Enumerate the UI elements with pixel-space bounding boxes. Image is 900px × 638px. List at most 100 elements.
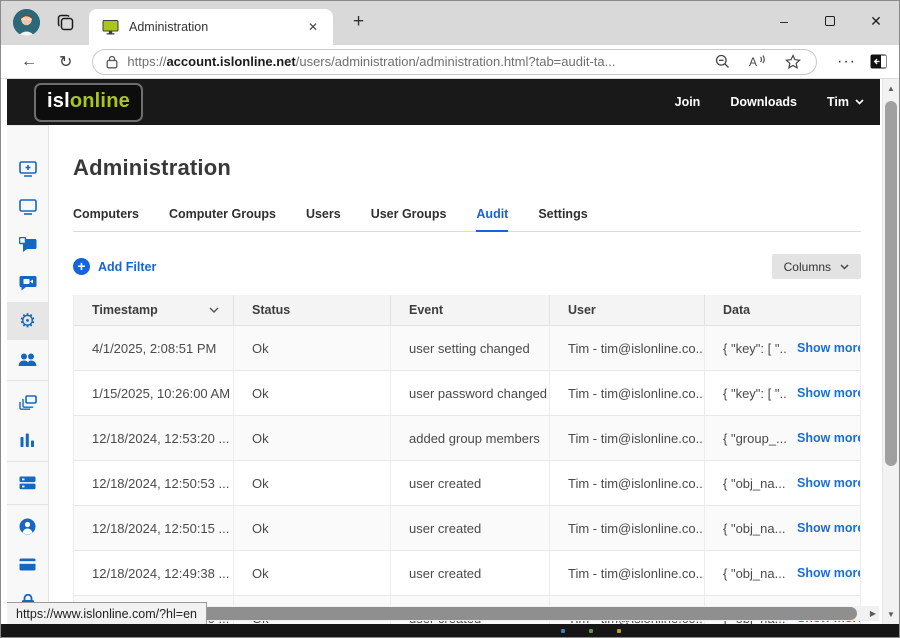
cell-data: { "obj_na...Show more (704, 506, 860, 550)
table-row[interactable]: 12/18/2024, 12:50:53 ... Ok user created… (74, 461, 860, 506)
back-button[interactable]: ← (13, 53, 45, 71)
refresh-button[interactable]: ↻ (51, 52, 80, 72)
server-icon (19, 476, 36, 490)
chevron-down-icon (855, 99, 864, 105)
show-more-link[interactable]: Show more (797, 476, 860, 490)
person-circle-icon (19, 518, 36, 535)
sidebar-divider (7, 504, 48, 505)
islonline-logo[interactable]: islonline (34, 83, 143, 122)
cell-timestamp: 4/1/2025, 2:08:51 PM (74, 326, 233, 370)
table-row[interactable]: 12/18/2024, 12:49:38 ... Ok user created… (74, 551, 860, 596)
header-status[interactable]: Status (233, 295, 390, 325)
nav-user-menu[interactable]: Tim (827, 95, 864, 109)
maximize-button[interactable] (807, 1, 853, 41)
taskbar-dot (589, 629, 593, 633)
header-user[interactable]: User (549, 295, 704, 325)
avatar-image (13, 9, 40, 36)
nav-join[interactable]: Join (675, 95, 701, 109)
workspaces-icon[interactable] (56, 13, 76, 33)
sidebar-toggle-icon[interactable] (870, 54, 887, 69)
people-icon (18, 352, 37, 367)
bar-chart-icon (20, 433, 35, 447)
taskbar-edge (1, 624, 899, 637)
cell-status: Ok (233, 326, 390, 370)
table-row[interactable]: 12/18/2024, 12:50:15 ... Ok user created… (74, 506, 860, 551)
show-more-link[interactable]: Show more (797, 431, 860, 445)
stacked-windows-icon (19, 395, 37, 410)
minimize-button[interactable]: – (761, 1, 807, 41)
cell-status: Ok (233, 461, 390, 505)
cell-status: Ok (233, 371, 390, 415)
header-data[interactable]: Data (704, 295, 860, 325)
cell-user: Tim - tim@islonline.co... (549, 326, 704, 370)
cell-data: { "obj_na...Show more (704, 551, 860, 595)
svg-text:A: A (749, 55, 757, 69)
cell-timestamp: 12/18/2024, 12:49:38 ... (74, 551, 233, 595)
cell-timestamp: 12/18/2024, 12:53:20 ... (74, 416, 233, 460)
zoom-out-icon[interactable] (710, 54, 735, 69)
tab-users[interactable]: Users (306, 207, 341, 231)
table-row[interactable]: 4/1/2025, 2:08:51 PM Ok user setting cha… (74, 326, 860, 371)
sidebar-item-monitor-plus[interactable] (7, 150, 48, 188)
table-row[interactable]: 12/18/2024, 12:53:20 ... Ok added group … (74, 416, 860, 461)
show-more-link[interactable]: Show more (797, 341, 860, 355)
site-header: islonline Join Downloads Tim (7, 79, 880, 125)
tab-settings[interactable]: Settings (538, 207, 587, 231)
url-text: https://account.islonline.net/users/admi… (127, 54, 701, 69)
show-more-link[interactable]: Show more (797, 521, 860, 535)
tab-audit[interactable]: Audit (476, 207, 508, 232)
browser-menu-icon[interactable]: ··· (829, 53, 864, 71)
favorites-star-icon[interactable] (780, 54, 806, 70)
cell-event: user created (390, 551, 549, 595)
tab-computers[interactable]: Computers (73, 207, 139, 231)
columns-button[interactable]: Columns (772, 254, 861, 279)
cell-status: Ok (233, 416, 390, 460)
nav-downloads[interactable]: Downloads (730, 95, 797, 109)
table-row[interactable]: 1/15/2025, 10:26:00 AM Ok user password … (74, 371, 860, 416)
sidebar-item-account[interactable] (7, 507, 48, 545)
sidebar-divider (7, 380, 48, 381)
sidebar-item-users[interactable] (7, 340, 48, 378)
sidebar-item-video-chat[interactable] (7, 264, 48, 302)
gear-icon: ⚙ (19, 312, 36, 331)
site-nav: Join Downloads Tim (675, 95, 864, 109)
tab-user-groups[interactable]: User Groups (371, 207, 447, 231)
new-tab-button[interactable]: + (345, 11, 372, 33)
show-more-link[interactable]: Show more (797, 386, 860, 400)
page-title: Administration (73, 155, 880, 181)
scroll-up-icon[interactable]: ▲ (883, 81, 899, 96)
read-aloud-icon[interactable]: A (744, 54, 771, 69)
cell-event: user password changed (390, 371, 549, 415)
cell-timestamp: 12/18/2024, 12:50:15 ... (74, 506, 233, 550)
address-bar[interactable]: https://account.islonline.net/users/admi… (92, 49, 817, 75)
sidebar-item-monitor[interactable] (7, 188, 48, 226)
audit-table: Timestamp Status Event User Data 4/1/202… (73, 295, 861, 624)
cell-data: { "obj_na...Show more (704, 461, 860, 505)
profile-avatar[interactable] (13, 9, 40, 36)
cell-timestamp: 12/18/2024, 12:50:53 ... (74, 461, 233, 505)
horizontal-scroll-thumb[interactable] (191, 607, 857, 620)
browser-window: Administration ✕ + – ✕ ← ↻ https://accou… (0, 0, 900, 638)
header-timestamp[interactable]: Timestamp (74, 295, 233, 325)
sidebar-item-chat[interactable] (7, 226, 48, 264)
credit-card-icon (19, 558, 36, 571)
vertical-scrollbar[interactable]: ▲ ▼ (882, 79, 899, 624)
cell-event: user created (390, 506, 549, 550)
sidebar-item-servers[interactable] (7, 464, 48, 502)
sidebar-item-billing[interactable] (7, 545, 48, 583)
show-more-link[interactable]: Show more (797, 566, 860, 580)
scroll-down-icon[interactable]: ▼ (883, 607, 899, 622)
tab-computer-groups[interactable]: Computer Groups (169, 207, 276, 231)
sidebar-item-settings[interactable]: ⚙ (7, 302, 48, 340)
chat-icon (19, 237, 37, 253)
close-window-button[interactable]: ✕ (853, 1, 899, 41)
header-event[interactable]: Event (390, 295, 549, 325)
sidebar-item-reports[interactable] (7, 421, 48, 459)
add-filter-button[interactable]: + Add Filter (73, 258, 156, 275)
browser-tab-administration[interactable]: Administration ✕ (89, 9, 333, 45)
sidebar-item-devices[interactable] (7, 383, 48, 421)
vertical-scroll-thumb[interactable] (885, 101, 897, 466)
scroll-right-icon[interactable]: ▶ (870, 606, 876, 621)
tab-close-icon[interactable]: ✕ (303, 18, 323, 36)
cell-data: { "key": [ "...Show more (704, 326, 860, 370)
